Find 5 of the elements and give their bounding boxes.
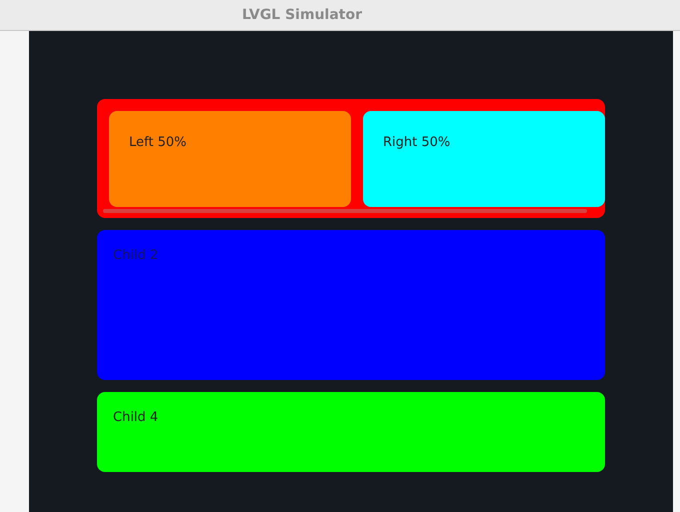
panel-label: Child 2 <box>113 248 158 263</box>
panel-label: Child 4 <box>113 410 158 425</box>
panel-label: Right 50% <box>383 135 450 150</box>
window-title: LVGL Simulator <box>242 7 362 23</box>
panel-label: Left 50% <box>129 135 186 150</box>
